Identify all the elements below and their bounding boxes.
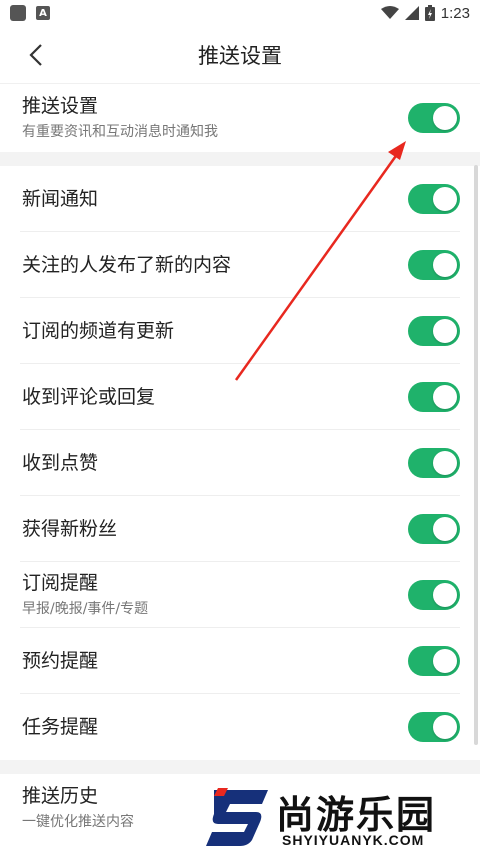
setting-subtitle: 早报/晚报/事件/专题	[22, 600, 149, 617]
back-button[interactable]	[22, 41, 50, 69]
setting-row-news: 新闻通知	[0, 166, 480, 232]
toggle-knob	[433, 187, 457, 211]
status-bar: A 1:23	[0, 0, 480, 26]
page-title: 推送设置	[198, 43, 282, 68]
setting-title: 获得新粉丝	[22, 517, 118, 540]
setting-title: 预约提醒	[22, 649, 99, 672]
brand-s-logo-icon	[206, 788, 268, 846]
scrollbar[interactable]	[474, 165, 478, 745]
toggle-task[interactable]	[408, 712, 460, 742]
watermark: 尚游乐园 SHYIYUANYK.COM	[200, 782, 480, 853]
section-gap	[0, 760, 480, 774]
setting-row-appointment: 预约提醒	[0, 628, 480, 694]
setting-row-task: 任务提醒	[0, 694, 480, 760]
toggle-followers[interactable]	[408, 514, 460, 544]
setting-row-subscription: 订阅提醒 早报/晚报/事件/专题	[0, 562, 480, 628]
setting-row-following: 关注的人发布了新的内容	[0, 232, 480, 298]
setting-row-likes: 收到点赞	[0, 430, 480, 496]
toggle-following[interactable]	[408, 250, 460, 280]
setting-row-comments: 收到评论或回复	[0, 364, 480, 430]
toggle-news[interactable]	[408, 184, 460, 214]
chevron-left-icon	[29, 44, 42, 66]
wifi-icon	[380, 6, 399, 19]
app-a-icon: A	[36, 6, 50, 20]
setting-title: 任务提醒	[22, 715, 99, 738]
setting-title: 收到评论或回复	[22, 385, 156, 408]
toggle-knob	[433, 649, 457, 673]
toggle-knob	[433, 106, 457, 130]
watermark-url: SHYIYUANYK.COM	[282, 832, 425, 848]
setting-row-followers: 获得新粉丝	[0, 496, 480, 562]
battery-icon	[424, 5, 435, 21]
toggle-knob	[433, 319, 457, 343]
toggle-appointment[interactable]	[408, 646, 460, 676]
push-master-subtitle: 有重要资讯和互动消息时通知我	[22, 123, 218, 140]
toggle-comments[interactable]	[408, 382, 460, 412]
push-master-title: 推送设置	[22, 95, 99, 118]
watermark-brand: 尚游乐园	[276, 793, 437, 837]
toggle-knob	[433, 583, 457, 607]
signal-icon	[404, 6, 419, 20]
toggle-knob	[433, 253, 457, 277]
nav-bar: 推送设置	[0, 26, 480, 84]
setting-title: 订阅提醒	[22, 572, 99, 595]
toggle-likes[interactable]	[408, 448, 460, 478]
setting-title: 收到点赞	[22, 451, 99, 474]
setting-title: 订阅的频道有更新	[22, 319, 175, 342]
toggle-knob	[433, 451, 457, 475]
toggle-knob	[433, 517, 457, 541]
app-square-icon	[10, 5, 26, 21]
toggle-knob	[433, 715, 457, 739]
setting-title: 关注的人发布了新的内容	[22, 253, 232, 276]
setting-title: 新闻通知	[22, 187, 99, 210]
push-master-toggle[interactable]	[408, 103, 460, 133]
section-gap	[0, 152, 480, 166]
push-history-subtitle: 一键优化推送内容	[22, 813, 134, 830]
toggle-knob	[433, 385, 457, 409]
setting-row-channels: 订阅的频道有更新	[0, 298, 480, 364]
toggle-channels[interactable]	[408, 316, 460, 346]
status-time: 1:23	[440, 4, 470, 22]
toggle-subscription[interactable]	[408, 580, 460, 610]
push-master-row: 推送设置 有重要资讯和互动消息时通知我	[0, 84, 480, 152]
push-history-title: 推送历史	[22, 785, 99, 808]
